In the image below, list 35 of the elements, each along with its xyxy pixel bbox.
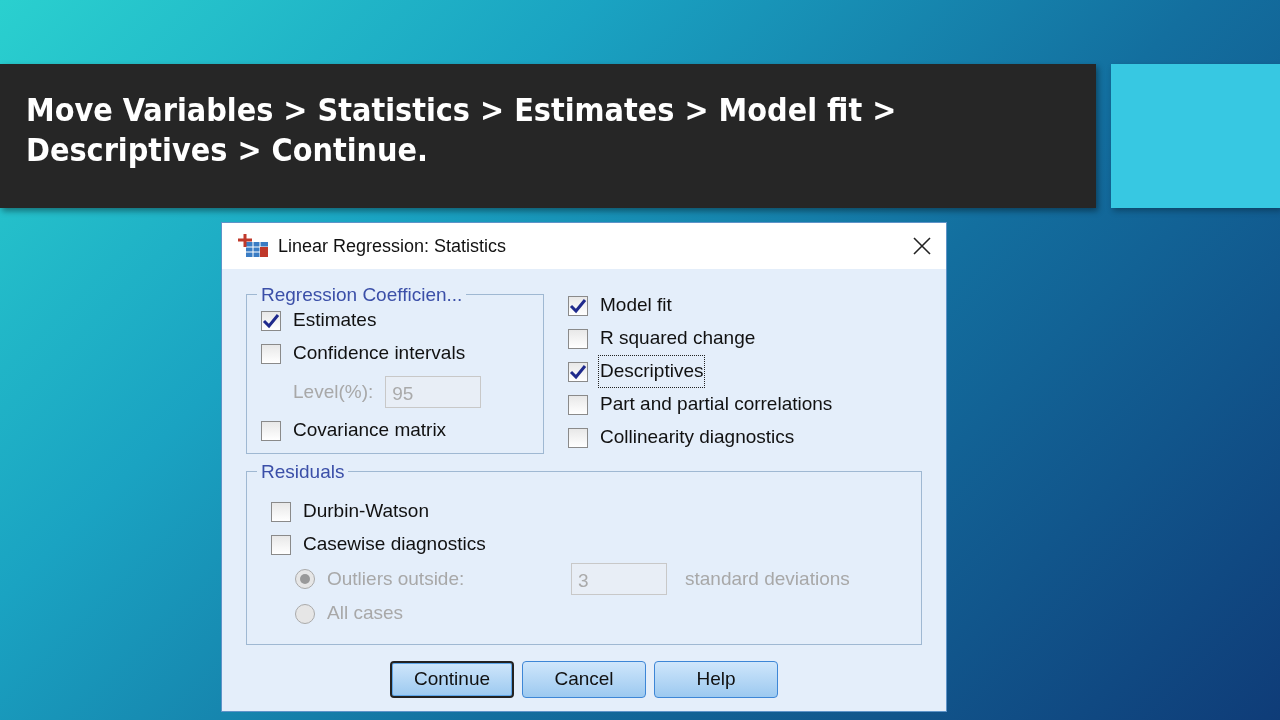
input-field: 3: [571, 563, 667, 595]
option-label: Covariance matrix: [293, 418, 447, 443]
close-icon[interactable]: [912, 236, 932, 256]
option-label: Part and partial correlations: [600, 392, 833, 417]
checkbox[interactable]: [568, 295, 588, 316]
checkbox[interactable]: [568, 361, 588, 382]
option-label: Descriptives: [600, 357, 704, 386]
checkbox[interactable]: [568, 328, 588, 349]
checkbox[interactable]: [568, 394, 588, 415]
slide-caption: Move Variables > Statistics > Estimates > Model fit > Descriptives > Continue.: [26, 90, 898, 170]
dialog-button[interactable]: Continue: [390, 661, 514, 698]
checkbox[interactable]: [568, 427, 588, 448]
input-field: 95: [385, 376, 482, 408]
option-label: Estimates: [293, 308, 377, 333]
option-label: Casewise diagnostics: [303, 532, 486, 557]
checkbox[interactable]: [271, 501, 291, 522]
table-icon: [236, 233, 270, 259]
option-label: All cases: [327, 601, 404, 626]
option-label: Outliers outside:: [327, 566, 466, 591]
dialog-button[interactable]: Help: [654, 661, 778, 698]
option-label: Collinearity diagnostics: [600, 425, 795, 450]
option-label: Confidence intervals: [293, 341, 466, 366]
checkbox[interactable]: [261, 420, 281, 441]
window-title: Linear Regression: Statistics: [278, 234, 508, 258]
option-label: Durbin-Watson: [303, 499, 429, 524]
group-legend: Regression Coefficien...: [257, 285, 467, 304]
option-label: Level(%):: [293, 379, 374, 404]
option-label: standard deviations: [685, 566, 850, 591]
group-legend: Residuals: [257, 462, 349, 481]
checkbox[interactable]: [261, 310, 281, 331]
dialog-button[interactable]: Cancel: [522, 661, 646, 698]
checkbox[interactable]: [261, 343, 281, 364]
option-label: Model fit: [600, 293, 672, 318]
checkbox[interactable]: [271, 534, 291, 555]
option-label: R squared change: [600, 326, 756, 351]
